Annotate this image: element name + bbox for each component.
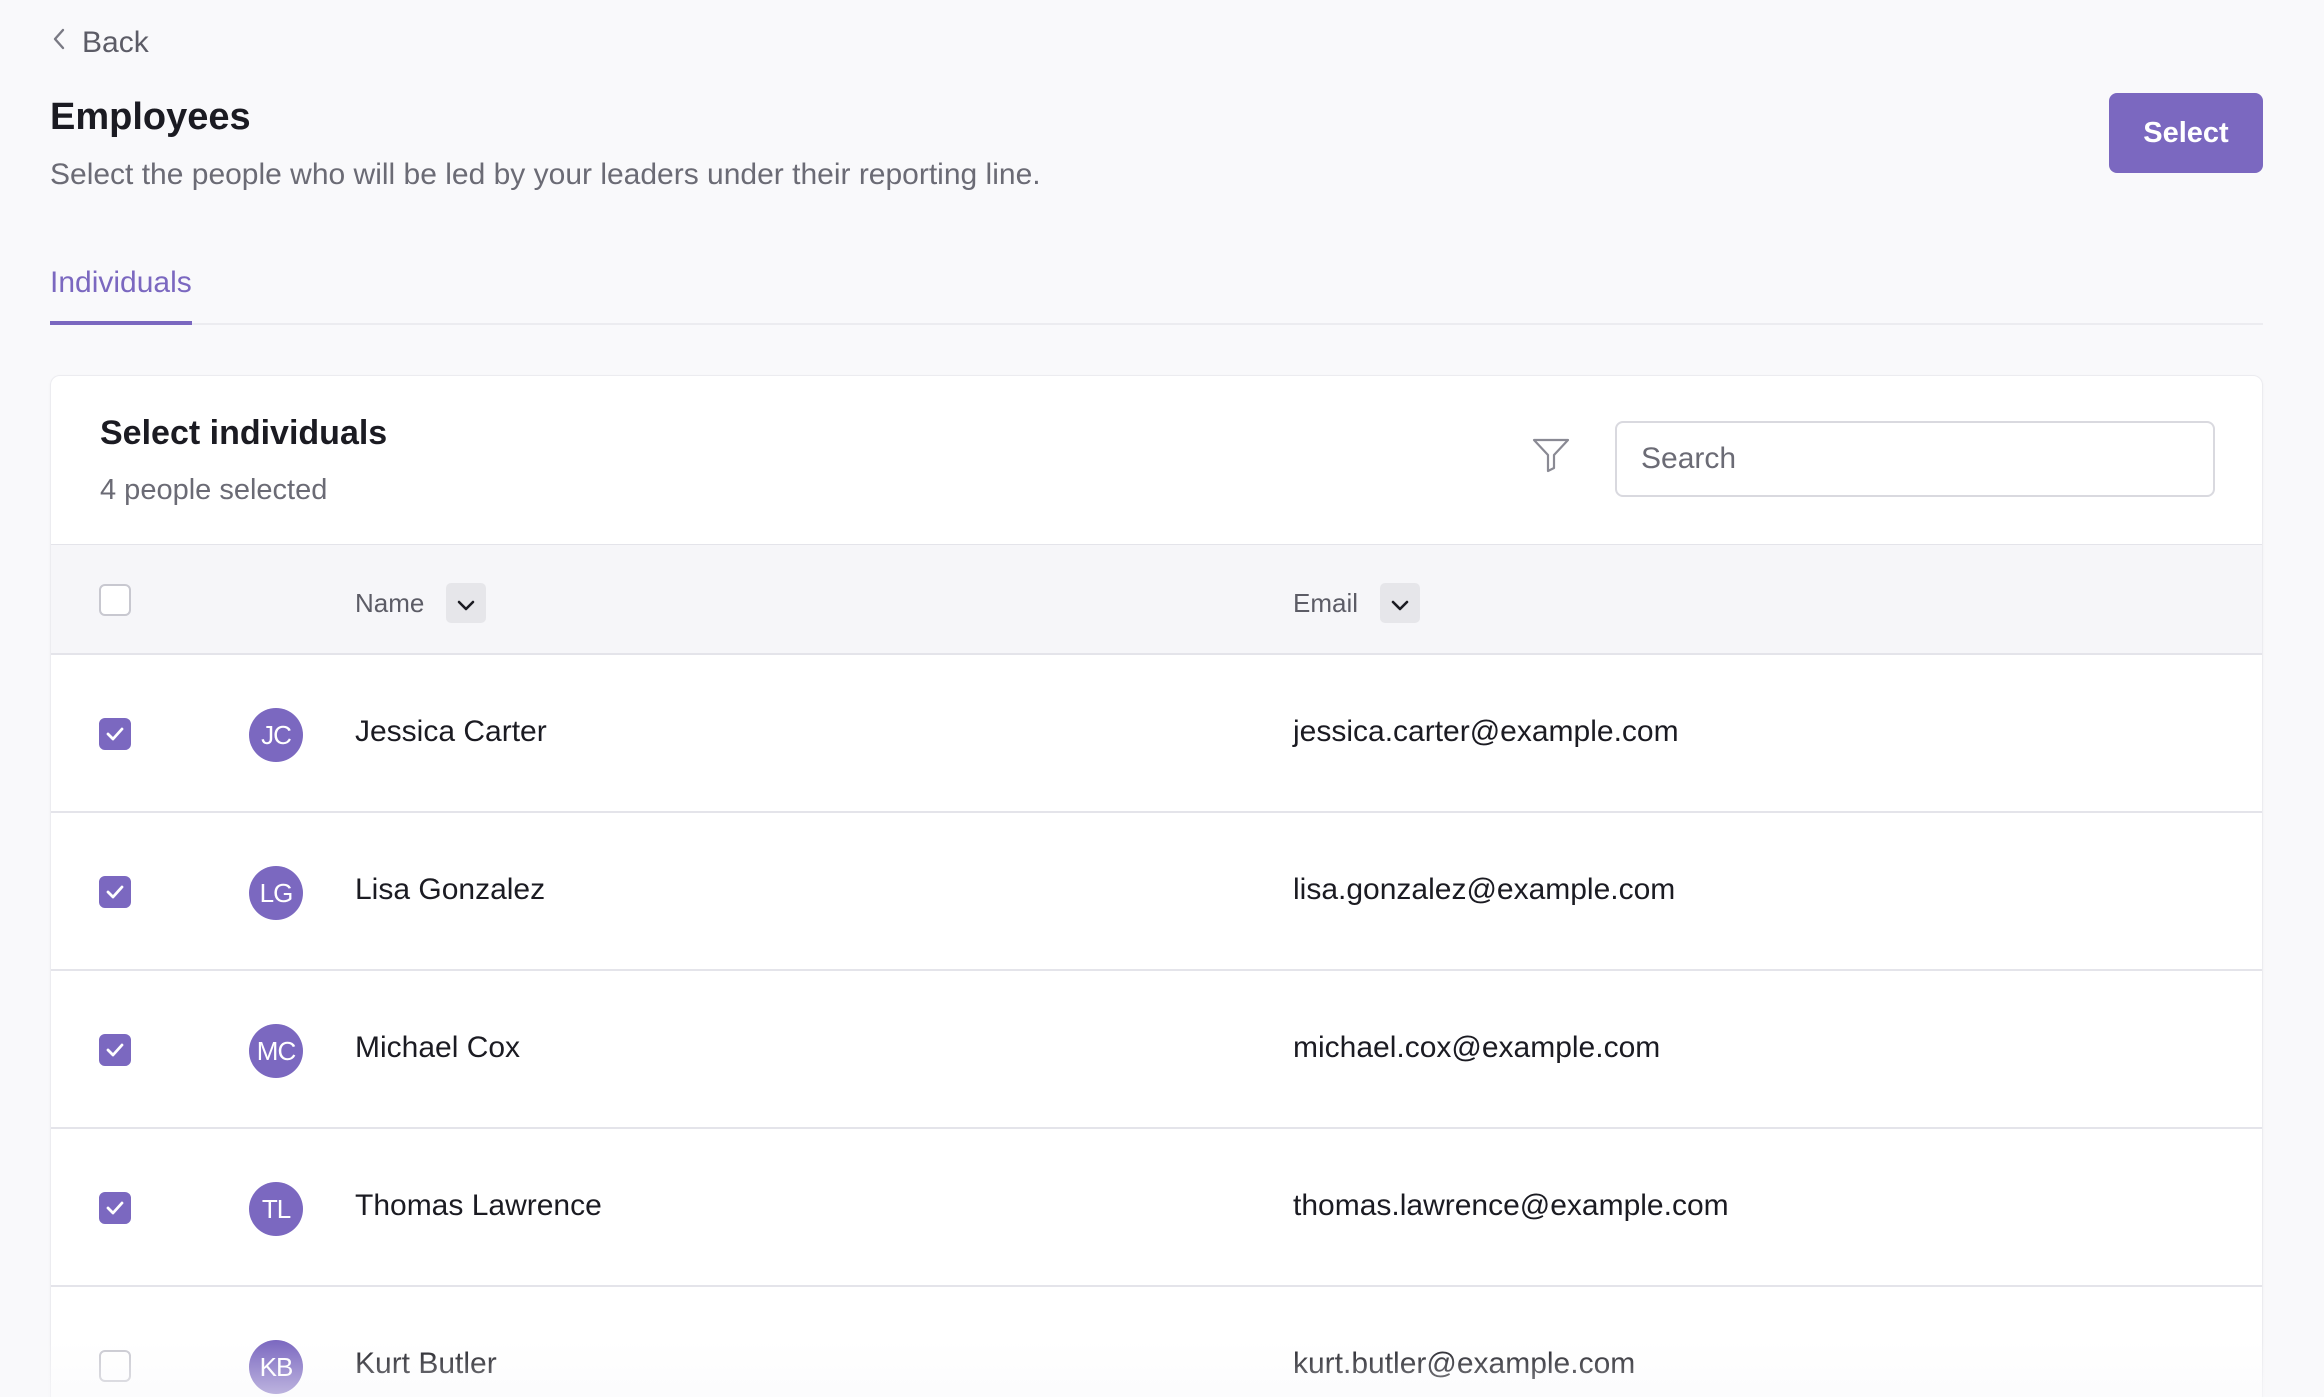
- avatar: MC: [249, 1024, 303, 1078]
- panel-title: Select individuals: [100, 414, 388, 452]
- filter-funnel-icon: [1531, 436, 1571, 479]
- column-name-label: Name: [355, 587, 425, 618]
- tab-bar: Individuals: [50, 262, 2263, 325]
- sort-name-button[interactable]: [446, 583, 487, 623]
- row-checkbox[interactable]: [99, 1350, 131, 1382]
- employee-name: Michael Cox: [355, 1031, 521, 1064]
- table-row[interactable]: MC Michael Cox michael.cox@example.com: [51, 971, 2262, 1129]
- table-row[interactable]: JC Jessica Carter jessica.carter@example…: [51, 655, 2262, 813]
- table-row[interactable]: KB Kurt Butler kurt.butler@example.com: [51, 1287, 2262, 1397]
- checkmark-icon: [106, 1201, 124, 1215]
- employee-name: Jessica Carter: [355, 715, 547, 748]
- column-email-label: Email: [1293, 587, 1359, 618]
- column-header-name: Name: [355, 583, 487, 623]
- row-checkbox[interactable]: [99, 1034, 131, 1066]
- avatar: TL: [249, 1182, 303, 1236]
- back-link[interactable]: Back: [50, 26, 149, 60]
- page: Back Employees Select the people who wil…: [0, 0, 2324, 1397]
- page-subtitle: Select the people who will be led by you…: [50, 158, 1041, 191]
- table-body: JC Jessica Carter jessica.carter@example…: [51, 655, 2262, 1397]
- employee-email: thomas.lawrence@example.com: [1293, 1189, 1729, 1222]
- employee-name: Lisa Gonzalez: [355, 873, 546, 906]
- select-individuals-panel: Select individuals 4 people selected Nam…: [50, 375, 2263, 1397]
- employee-email: kurt.butler@example.com: [1293, 1347, 1636, 1380]
- table-row[interactable]: LG Lisa Gonzalez lisa.gonzalez@example.c…: [51, 813, 2262, 971]
- row-checkbox[interactable]: [99, 718, 131, 750]
- back-label: Back: [82, 26, 149, 59]
- row-checkbox[interactable]: [99, 876, 131, 908]
- page-title: Employees: [50, 96, 251, 138]
- chevron-left-icon: [50, 26, 68, 60]
- select-button[interactable]: Select: [2109, 93, 2263, 173]
- select-all-checkbox[interactable]: [99, 584, 131, 616]
- sort-email-button[interactable]: [1380, 583, 1421, 623]
- chevron-down-icon: [456, 588, 476, 619]
- avatar: LG: [249, 866, 303, 920]
- filter-button[interactable]: [1527, 433, 1575, 481]
- checkmark-icon: [106, 885, 124, 899]
- avatar: JC: [249, 708, 303, 762]
- search-input[interactable]: [1615, 421, 2215, 497]
- employee-email: jessica.carter@example.com: [1293, 715, 1679, 748]
- chevron-down-icon: [1390, 588, 1410, 619]
- checkmark-icon: [106, 1043, 124, 1057]
- row-checkbox[interactable]: [99, 1192, 131, 1224]
- tab-individuals[interactable]: Individuals: [50, 262, 192, 325]
- column-header-email: Email: [1293, 583, 1421, 623]
- avatar: KB: [249, 1340, 303, 1394]
- checkmark-icon: [106, 727, 124, 741]
- table-header: Name Email: [51, 544, 2262, 655]
- employee-name: Kurt Butler: [355, 1347, 497, 1380]
- employee-name: Thomas Lawrence: [355, 1189, 602, 1222]
- employee-email: michael.cox@example.com: [1293, 1031, 1661, 1064]
- employee-email: lisa.gonzalez@example.com: [1293, 873, 1676, 906]
- table-row[interactable]: TL Thomas Lawrence thomas.lawrence@examp…: [51, 1129, 2262, 1287]
- selected-count: 4 people selected: [100, 474, 328, 506]
